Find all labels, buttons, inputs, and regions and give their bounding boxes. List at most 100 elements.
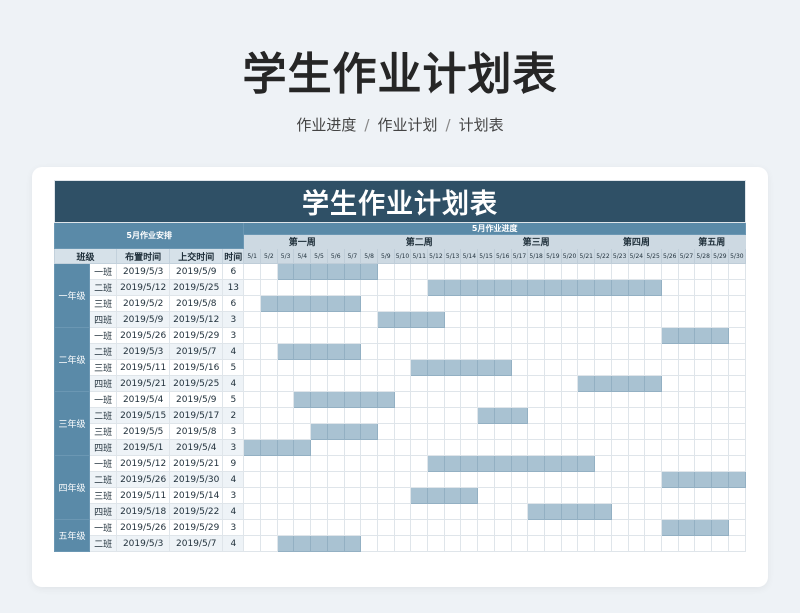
day-cell[interactable] <box>326 439 345 456</box>
day-cell[interactable] <box>560 311 579 328</box>
day-cell[interactable] <box>627 535 646 552</box>
progress-bar-cell[interactable] <box>694 327 713 344</box>
day-cell[interactable] <box>276 455 295 472</box>
day-cell[interactable] <box>644 359 662 376</box>
day-cell[interactable] <box>560 487 579 504</box>
day-cell[interactable] <box>443 263 462 280</box>
day-cell[interactable] <box>293 471 312 488</box>
day-cell[interactable] <box>610 439 629 456</box>
assign-date-cell[interactable]: 2019/5/5 <box>116 423 171 440</box>
progress-bar-cell[interactable] <box>510 279 529 296</box>
day-cell[interactable] <box>360 279 378 296</box>
day-cell[interactable] <box>376 519 395 536</box>
progress-bar-cell[interactable] <box>510 407 529 424</box>
duration-cell[interactable]: 6 <box>222 295 245 312</box>
progress-bar-cell[interactable] <box>543 279 562 296</box>
day-cell[interactable] <box>594 519 612 536</box>
day-cell[interactable] <box>711 535 729 552</box>
day-cell[interactable] <box>560 375 579 392</box>
day-cell[interactable] <box>360 439 378 456</box>
day-cell[interactable] <box>644 487 662 504</box>
day-cell[interactable] <box>594 423 612 440</box>
due-date-cell[interactable]: 2019/5/9 <box>169 391 224 408</box>
day-cell[interactable] <box>243 311 262 328</box>
day-cell[interactable] <box>644 343 662 360</box>
progress-bar-cell[interactable] <box>477 359 495 376</box>
progress-bar-cell[interactable] <box>677 519 696 536</box>
progress-bar-cell[interactable] <box>343 343 362 360</box>
day-cell[interactable] <box>460 391 479 408</box>
progress-bar-cell[interactable] <box>543 503 562 520</box>
day-cell[interactable] <box>460 295 479 312</box>
day-cell[interactable] <box>510 263 529 280</box>
day-cell[interactable] <box>727 279 746 296</box>
day-cell[interactable] <box>393 391 412 408</box>
day-cell[interactable] <box>293 311 312 328</box>
day-cell[interactable] <box>560 295 579 312</box>
duration-cell[interactable]: 3 <box>222 439 245 456</box>
progress-bar-cell[interactable] <box>660 519 679 536</box>
day-cell[interactable] <box>577 295 596 312</box>
day-cell[interactable] <box>460 375 479 392</box>
progress-bar-cell[interactable] <box>460 455 479 472</box>
day-cell[interactable] <box>644 535 662 552</box>
progress-bar-cell[interactable] <box>276 535 295 552</box>
due-date-cell[interactable]: 2019/5/8 <box>169 295 224 312</box>
day-cell[interactable] <box>660 375 679 392</box>
day-cell[interactable] <box>260 407 278 424</box>
day-cell[interactable] <box>527 311 545 328</box>
day-cell[interactable] <box>627 263 646 280</box>
day-cell[interactable] <box>627 487 646 504</box>
day-cell[interactable] <box>644 407 662 424</box>
day-cell[interactable] <box>677 279 696 296</box>
day-cell[interactable] <box>727 375 746 392</box>
progress-bar-cell[interactable] <box>560 503 579 520</box>
day-cell[interactable] <box>627 455 646 472</box>
day-cell[interactable] <box>410 439 429 456</box>
day-cell[interactable] <box>243 455 262 472</box>
day-cell[interactable] <box>343 327 362 344</box>
class-cell[interactable]: 二班 <box>89 407 118 424</box>
day-cell[interactable] <box>443 471 462 488</box>
day-cell[interactable] <box>543 519 562 536</box>
progress-bar-cell[interactable] <box>493 407 512 424</box>
progress-bar-cell[interactable] <box>460 279 479 296</box>
day-cell[interactable] <box>627 311 646 328</box>
day-cell[interactable] <box>393 487 412 504</box>
day-cell[interactable] <box>644 471 662 488</box>
day-cell[interactable] <box>276 487 295 504</box>
due-date-cell[interactable]: 2019/5/30 <box>169 471 224 488</box>
progress-bar-cell[interactable] <box>627 279 646 296</box>
day-cell[interactable] <box>677 535 696 552</box>
day-cell[interactable] <box>276 311 295 328</box>
day-cell[interactable] <box>443 311 462 328</box>
day-cell[interactable] <box>510 375 529 392</box>
day-cell[interactable] <box>410 519 429 536</box>
day-cell[interactable] <box>443 423 462 440</box>
day-cell[interactable] <box>376 375 395 392</box>
day-cell[interactable] <box>376 343 395 360</box>
progress-bar-cell[interactable] <box>427 359 445 376</box>
day-cell[interactable] <box>276 327 295 344</box>
day-cell[interactable] <box>727 343 746 360</box>
day-cell[interactable] <box>677 391 696 408</box>
day-cell[interactable] <box>310 487 328 504</box>
day-cell[interactable] <box>727 535 746 552</box>
progress-bar-cell[interactable] <box>460 487 479 504</box>
day-cell[interactable] <box>543 535 562 552</box>
progress-bar-cell[interactable] <box>310 263 328 280</box>
day-cell[interactable] <box>627 359 646 376</box>
progress-bar-cell[interactable] <box>527 503 545 520</box>
day-cell[interactable] <box>293 279 312 296</box>
day-cell[interactable] <box>376 535 395 552</box>
progress-bar-cell[interactable] <box>711 519 729 536</box>
day-cell[interactable] <box>410 327 429 344</box>
due-date-cell[interactable]: 2019/5/25 <box>169 375 224 392</box>
day-cell[interactable] <box>610 503 629 520</box>
progress-bar-cell[interactable] <box>376 391 395 408</box>
day-cell[interactable] <box>527 375 545 392</box>
assign-date-cell[interactable]: 2019/5/12 <box>116 279 171 296</box>
day-cell[interactable] <box>543 343 562 360</box>
day-cell[interactable] <box>260 455 278 472</box>
day-cell[interactable] <box>677 375 696 392</box>
